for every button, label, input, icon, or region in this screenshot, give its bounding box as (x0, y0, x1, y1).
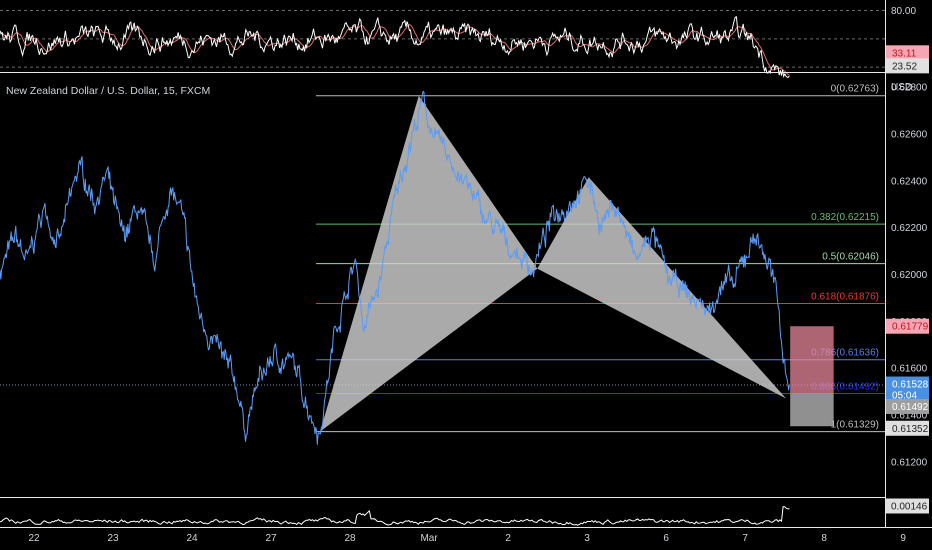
time-tick-label: 8 (821, 533, 827, 544)
fib-level-label: 0.5(0.62046) (822, 252, 879, 263)
price-tick-label: 0.61600 (891, 364, 928, 375)
price-tick-label: 0.62000 (891, 270, 928, 281)
rsi-value-text: 23.52 (892, 61, 917, 72)
fib-level-label: 0(0.62763) (831, 84, 879, 95)
price-tick-label: 0.61200 (891, 457, 928, 468)
fib-level-label: 0.382(0.62215) (811, 212, 879, 223)
time-tick-label: 7 (742, 533, 748, 544)
time-tick-label: 23 (107, 533, 119, 544)
price-tick-label: 0.62800 (891, 83, 928, 94)
time-tick-label: Mar (420, 533, 438, 544)
rsi-value-text: 33.11 (892, 48, 917, 59)
time-tick-label: 9 (900, 533, 906, 544)
target-boxes[interactable] (790, 326, 834, 427)
volatility-value-text: 0.00146 (891, 502, 928, 513)
price-tick-label: 0.62200 (891, 223, 928, 234)
target-box-stop (790, 326, 834, 394)
price-tick-label: 0.62600 (891, 129, 928, 140)
volatility-axis: 0.00146 (886, 498, 929, 514)
time-tick-label: 22 (28, 533, 40, 544)
target-box-target (790, 393, 834, 427)
chart-title: New Zealand Dollar / U.S. Dollar, 15, FX… (6, 85, 210, 97)
time-tick-label: 24 (186, 533, 198, 544)
fib-level-label: 0.618(0.61876) (811, 292, 879, 303)
time-tick-label: 28 (345, 533, 357, 544)
time-tick-label: 27 (265, 533, 277, 544)
price-label-text: 0.61352 (892, 424, 929, 435)
price-tick-label: 0.62400 (891, 176, 928, 187)
chart-canvas[interactable]: 80.00 33.11 23.52 New Zealand Dollar / U.S… (0, 0, 932, 550)
rsi-tick-label: 80.00 (891, 6, 916, 17)
time-tick-label: 6 (663, 533, 669, 544)
price-label-text: 0.61779 (892, 322, 929, 333)
time-tick-label: 3 (584, 533, 590, 544)
price-label-text: 0.61492 (892, 402, 929, 413)
time-tick-label: 2 (505, 533, 511, 544)
fib-level-label: 1(0.61329) (831, 420, 879, 431)
